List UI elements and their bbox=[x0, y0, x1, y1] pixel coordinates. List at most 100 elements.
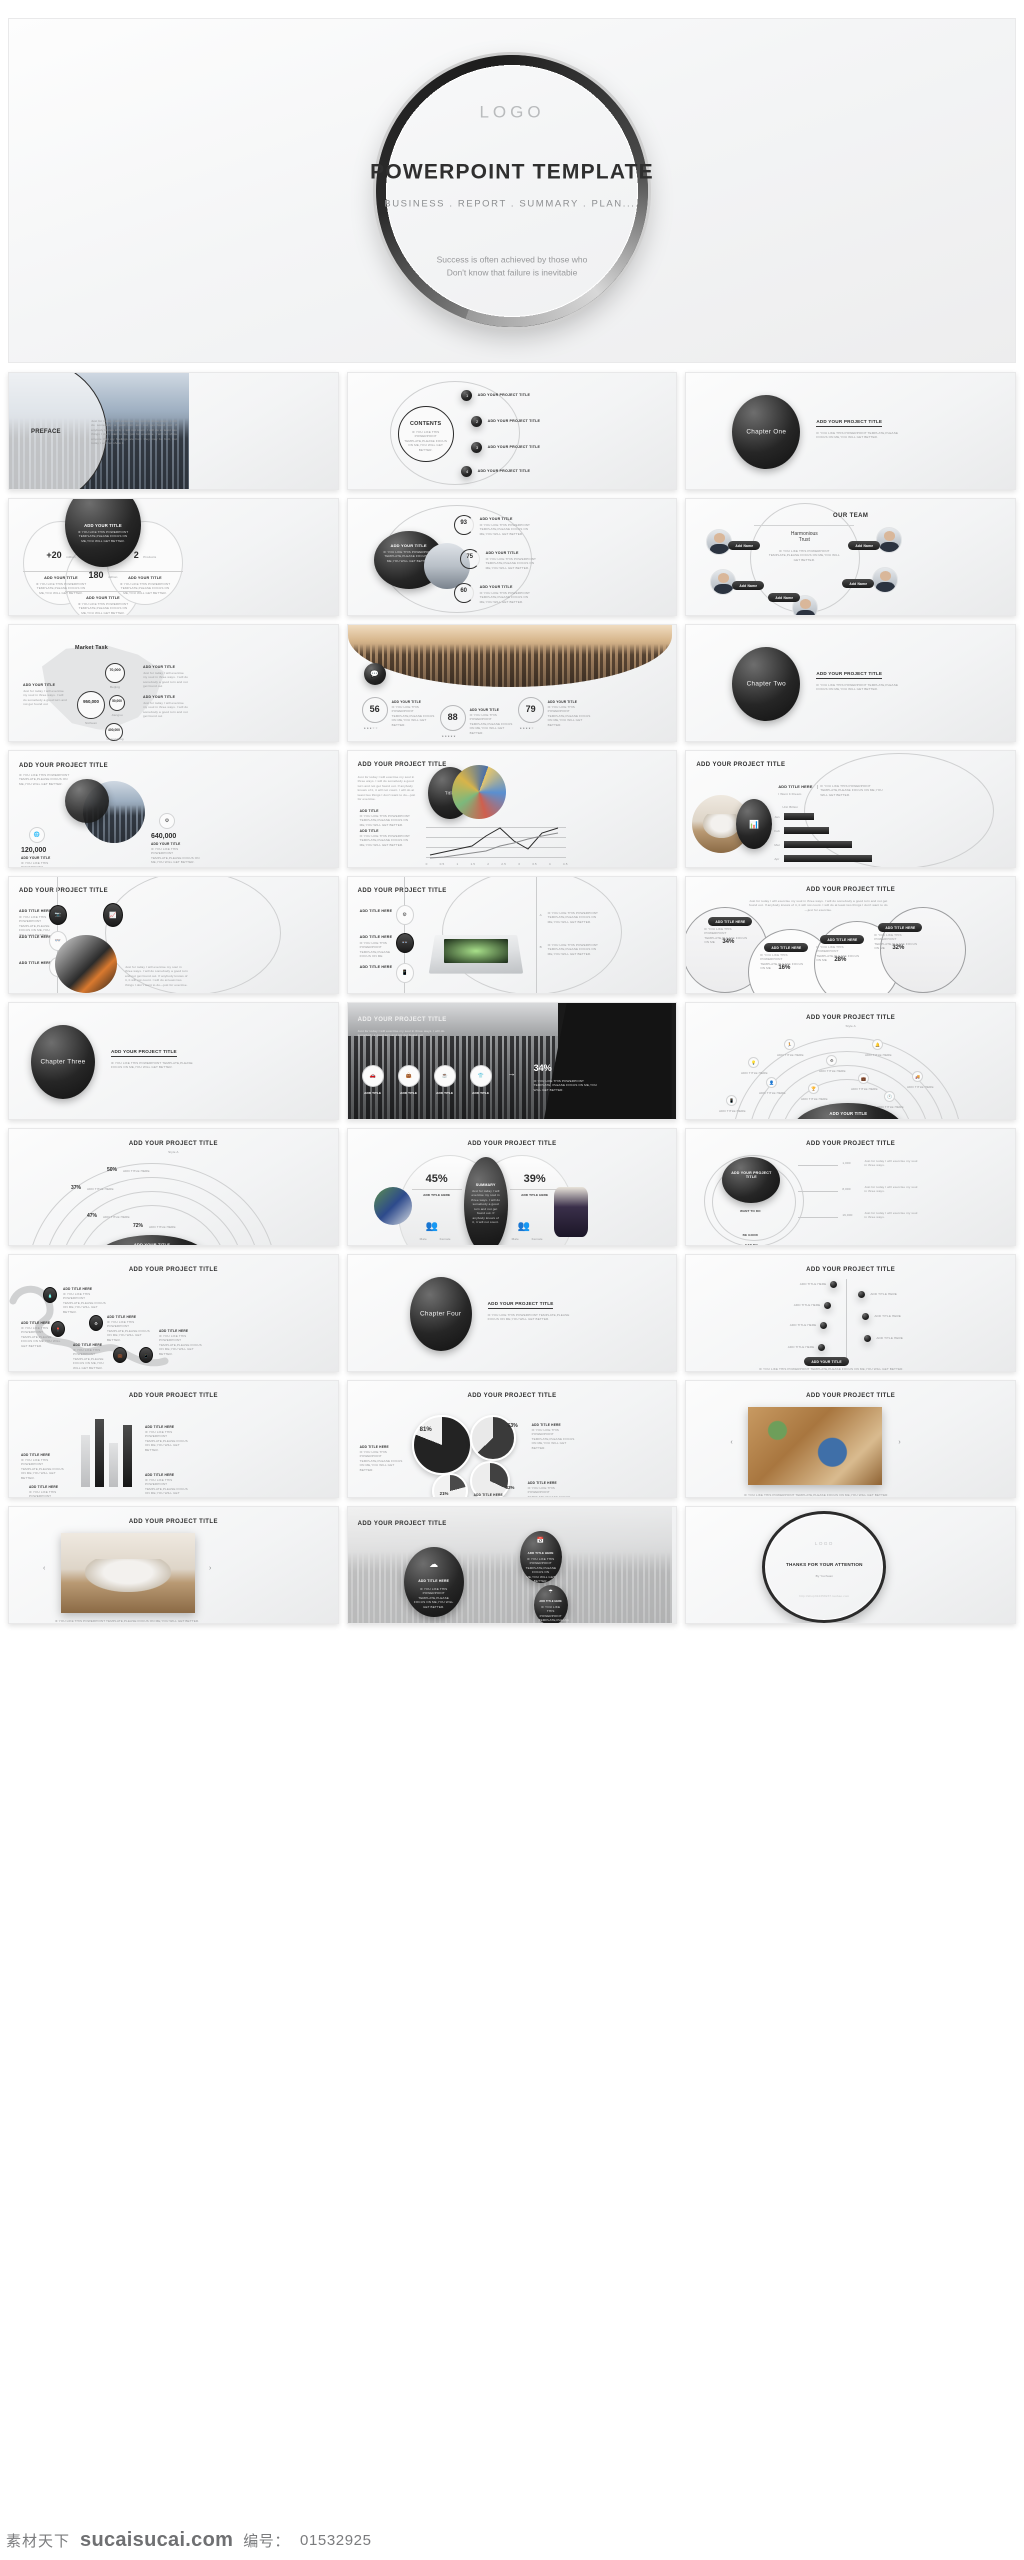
timeline-dot-3[interactable] bbox=[824, 1302, 832, 1309]
timeline-dot-6[interactable] bbox=[864, 1335, 872, 1342]
mobile-icon-2[interactable]: 📱 bbox=[395, 963, 414, 983]
city-icons-dark-panel bbox=[543, 1003, 672, 1119]
timeline-dot-1[interactable] bbox=[830, 1281, 838, 1288]
slide-nested-circles[interactable]: ADD YOUR PROJECT TITLE ADD YOUR PROJECT … bbox=[685, 1128, 1016, 1246]
venn-right-male: Male bbox=[511, 1237, 519, 1241]
roadmap-step-3-label: ADD TITLE HERE bbox=[107, 1315, 137, 1319]
slide-roadmap[interactable]: ADD YOUR PROJECT TITLE 🧴 ADD TITLE HERE … bbox=[8, 1254, 339, 1372]
city-bubble-2[interactable]: 📅 ADD TITLE HERE IF YOU LIKE THIS POWERP… bbox=[519, 1531, 562, 1583]
roadmap-step-3-desc: IF YOU LIKE THIS POWERPOINT TEMPLATE,PLE… bbox=[107, 1320, 150, 1342]
camera-icon[interactable]: 📷 bbox=[49, 905, 67, 925]
team-name-4[interactable]: Add Name bbox=[842, 579, 875, 588]
stat-2-desc: IF YOU LIKE THIS POWERPOINT TEMPLATE,PLE… bbox=[77, 602, 129, 615]
city-bubble-1[interactable]: ☁ ADD TITLE HERE IF YOU LIKE THIS POWERP… bbox=[403, 1547, 464, 1617]
slide-our-team[interactable]: OUR TEAM Harmonious Trust IF YOU LIKE TH… bbox=[685, 498, 1016, 616]
team-name-5[interactable]: Add Name bbox=[768, 593, 801, 602]
chart-icon[interactable]: 📈 bbox=[103, 903, 123, 927]
slide-percent-list[interactable]: ADD YOUR TITLE IF YOU LIKE THIS POWERPOI… bbox=[346, 498, 678, 616]
radial-node-label-3: ADD TITLE HERE bbox=[819, 1069, 846, 1073]
percent-desc-93: IF YOU LIKE THIS POWERPOINT TEMPLATE,PLE… bbox=[479, 523, 530, 536]
timeline-dot-4[interactable] bbox=[862, 1313, 870, 1320]
slide-carousel-2[interactable]: ADD YOUR PROJECT TITLE ‹ › IF YOU LIKE T… bbox=[8, 1506, 339, 1624]
bubble-1-label[interactable]: ADD TITLE HERE bbox=[708, 917, 753, 926]
slide-venn[interactable]: ADD YOUR PROJECT TITLE 45% ADD TITLE HER… bbox=[346, 1128, 678, 1246]
carousel-1-prev[interactable]: ‹ bbox=[730, 1439, 732, 1446]
timeline-dot-5[interactable] bbox=[820, 1322, 828, 1329]
cloud-icon: ☁ bbox=[429, 1559, 439, 1569]
slide-stats[interactable]: ADD YOUR TITLE IF YOU LIKE THIS POWERPOI… bbox=[8, 498, 339, 616]
slide-chapter-four[interactable]: Chapter Four ADD YOUR PROJECT TITLE IF Y… bbox=[346, 1254, 678, 1372]
team-avatar-4[interactable] bbox=[872, 567, 899, 593]
shirt-icon[interactable]: 👕 bbox=[469, 1065, 492, 1087]
carousel-1-next[interactable]: › bbox=[898, 1439, 900, 1446]
slide-contents[interactable]: CONTENTS IF YOU LIKE THIS POWERPOINT TEM… bbox=[346, 372, 678, 490]
slide-city-icons[interactable]: ADD YOUR PROJECT TITLE Just for today I … bbox=[346, 1002, 678, 1120]
slide-chapter-one[interactable]: Chapter One ADD YOUR PROJECT TITLE IF YO… bbox=[685, 372, 1016, 490]
bubble-4-label[interactable]: ADD TITLE HERE bbox=[878, 923, 923, 932]
slide-preface[interactable]: PREFACE Just for today I will exercise m… bbox=[8, 372, 339, 490]
slide-globe-metrics[interactable]: ADD YOUR PROJECT TITLE IF YOU LIKE THIS … bbox=[8, 750, 339, 868]
slide-city-metrics[interactable]: 💬 56 ADD YOUR TITLE IF YOU LIKE THIS POW… bbox=[346, 624, 678, 742]
bag-icon[interactable]: 👜 bbox=[397, 1065, 420, 1087]
phone-icon[interactable]: 📱 bbox=[139, 1347, 153, 1363]
nested-ring-label-2: BE GOOD bbox=[742, 1233, 758, 1237]
carousel-2-next[interactable]: › bbox=[209, 1565, 211, 1572]
gear-icon-2[interactable]: ⚙ bbox=[89, 1315, 103, 1331]
slide-timeline[interactable]: ADD YOUR PROJECT TITLE ADD TITLE HERE AD… bbox=[685, 1254, 1016, 1372]
city-bubble-3[interactable]: ☂ ADD TITLE HERE IF YOU LIKE THIS POWERP… bbox=[533, 1585, 569, 1623]
bottle-icon[interactable]: 🧴 bbox=[43, 1287, 57, 1303]
timeline-dot-2[interactable] bbox=[858, 1291, 866, 1298]
hero-slide[interactable]: LOGO POWERPOINT TEMPLATE BUSINESS . REPO… bbox=[8, 18, 1016, 363]
slide-chapter-two[interactable]: Chapter Two ADD YOUR PROJECT TITLE IF YO… bbox=[685, 624, 1016, 742]
team-avatar-2[interactable] bbox=[876, 527, 903, 553]
radial-percent-sub: Style A bbox=[168, 1150, 179, 1154]
carousel-2-prev[interactable]: ‹ bbox=[43, 1565, 45, 1572]
slide-line-chart[interactable]: ADD YOUR PROJECT TITLE Just for today I … bbox=[346, 750, 678, 868]
slide-radial-percent[interactable]: ADD YOUR PROJECT TITLE Style A 50% ADD T… bbox=[8, 1128, 339, 1246]
contents-item-4[interactable]: ADD YOUR PROJECT TITLE bbox=[478, 469, 530, 473]
slide-market-task[interactable]: Market Task 70,000 Beijing 950,000 Sichu… bbox=[8, 624, 339, 742]
pie-note-2-desc: IF YOU LIKE THIS POWERPOINT TEMPLATE,PLE… bbox=[531, 1428, 575, 1450]
team-name-3[interactable]: Add Name bbox=[732, 581, 765, 590]
slide-bar-chart[interactable]: ADD YOUR PROJECT TITLE 📊 ADD TITLE HERE … bbox=[685, 750, 1016, 868]
slide-percent-bubbles[interactable]: ADD YOUR PROJECT TITLE Just for today I … bbox=[685, 876, 1016, 994]
slide-radial-icons[interactable]: ADD YOUR PROJECT TITLE Style A 🏃 ADD TIT… bbox=[685, 1002, 1016, 1120]
team-title: OUR TEAM bbox=[833, 513, 869, 519]
timeline-dot-7[interactable] bbox=[818, 1344, 826, 1351]
region-name-beijing: Beijing bbox=[110, 685, 120, 689]
bar3d-note-4-label: ADD TITLE HERE bbox=[29, 1485, 59, 1489]
slide-pie-set[interactable]: ADD YOUR PROJECT TITLE 81% 63% 32% 21% A… bbox=[346, 1380, 678, 1498]
slide-city-bubbles[interactable]: ADD YOUR PROJECT TITLE ☁ ADD TITLE HERE … bbox=[346, 1506, 678, 1624]
bag-icon-2[interactable]: 💼 bbox=[113, 1347, 127, 1363]
city-icons-value-desc: IF YOU LIKE THIS POWERPOINT TEMPLATE, PL… bbox=[533, 1079, 597, 1092]
gear-icon[interactable]: ⚙ bbox=[395, 905, 414, 925]
bubble-3-label[interactable]: ADD TITLE HERE bbox=[820, 935, 865, 944]
chapter-two-circle: Chapter Two bbox=[732, 647, 801, 721]
contents-item-2[interactable]: ADD YOUR PROJECT TITLE bbox=[488, 419, 540, 423]
team-name-2[interactable]: Add Name bbox=[848, 541, 881, 550]
radial-node-icon-10[interactable]: 📱 bbox=[726, 1095, 738, 1106]
slide-vr-features[interactable]: ADD YOUR PROJECT TITLE ADD TITLE HERE IF… bbox=[8, 876, 339, 994]
stat-3-label: ADD YOUR TITLE bbox=[107, 571, 183, 580]
slide-laptop-features[interactable]: ADD YOUR PROJECT TITLE ADD TITLE HERE ⚙ … bbox=[346, 876, 678, 994]
hero-logo: LOGO bbox=[479, 101, 545, 121]
percent-desc-60: IF YOU LIKE THIS POWERPOINT TEMPLATE,PLE… bbox=[479, 591, 530, 604]
glasses-icon-2[interactable]: 👓 bbox=[395, 933, 414, 953]
team-name-1[interactable]: Add Name bbox=[728, 541, 761, 550]
venn-left-female: Female bbox=[439, 1237, 451, 1241]
slide-bar3d[interactable]: ADD YOUR PROJECT TITLE ADD TITLE HERE IF… bbox=[8, 1380, 339, 1498]
car-icon[interactable]: 🚗 bbox=[361, 1065, 384, 1087]
bubble-2-label[interactable]: ADD TITLE HERE bbox=[764, 943, 809, 952]
timeline-footer-label[interactable]: ADD YOUR TITLE bbox=[804, 1357, 849, 1366]
slide-chapter-three[interactable]: Chapter Three ADD YOUR PROJECT TITLE IF … bbox=[8, 1002, 339, 1120]
slide-carousel-1[interactable]: ADD YOUR PROJECT TITLE ‹ › IF YOU LIKE T… bbox=[685, 1380, 1016, 1498]
contents-item-3[interactable]: ADD YOUR PROJECT TITLE bbox=[488, 445, 540, 449]
nested-ring-label-1: WANT TO DO bbox=[739, 1209, 761, 1213]
contents-item-1[interactable]: ADD YOUR PROJECT TITLE bbox=[478, 393, 530, 397]
cup-icon[interactable]: ☕ bbox=[433, 1065, 456, 1087]
comment-icon[interactable]: 💬 bbox=[363, 663, 386, 685]
chapter-three-circle: Chapter Three bbox=[31, 1025, 95, 1099]
radial-node-icon-4[interactable]: 💡 bbox=[748, 1057, 760, 1068]
laptop-left-3-label: ADD TITLE HERE bbox=[359, 965, 393, 969]
slide-thanks[interactable]: LOGO THANKS FOR YOUR ATTENTION By Yuchua… bbox=[685, 1506, 1016, 1624]
